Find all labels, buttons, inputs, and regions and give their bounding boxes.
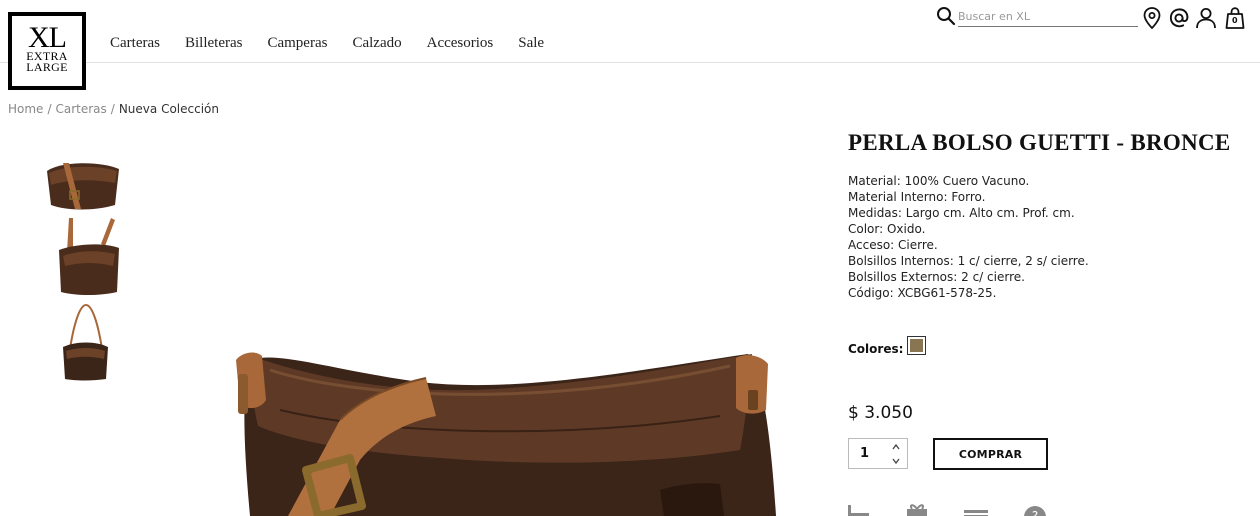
breadcrumb-home[interactable]: Home	[8, 102, 43, 116]
bag-image	[236, 352, 777, 516]
detail-material: Material: 100% Cuero Vacuno.	[848, 174, 1030, 188]
detail-material-interno: Material Interno: Forro.	[848, 190, 986, 204]
bag-image	[59, 218, 119, 295]
payment-card-icon[interactable]	[963, 503, 989, 516]
main-nav: Carteras Billeteras Camperas Calzado Acc…	[110, 35, 569, 52]
cart-count: 0	[1232, 16, 1238, 25]
product-main-image[interactable]	[200, 330, 800, 516]
breadcrumb: Home / Carteras / Nueva Colección	[8, 102, 222, 116]
detail-acceso: Acceso: Cierre.	[848, 238, 938, 252]
nav-accesorios[interactable]: Accesorios	[427, 35, 494, 52]
search-input[interactable]	[958, 6, 1138, 27]
nav-carteras[interactable]: Carteras	[110, 35, 160, 52]
breadcrumb-separator: /	[47, 102, 52, 116]
nav-sale[interactable]: Sale	[518, 35, 544, 52]
quantity-stepper[interactable]: 1	[848, 438, 908, 469]
size-guide-icon[interactable]	[846, 503, 872, 516]
bag-image	[63, 303, 108, 381]
detail-color: Color: Oxido.	[848, 222, 926, 236]
contact-at-icon[interactable]	[1167, 6, 1191, 30]
logo-xl: XL	[28, 21, 67, 54]
color-swatch-fill	[910, 339, 923, 352]
site-header: XL EXTRA LARGE Carteras Billeteras Campe…	[0, 0, 1260, 90]
product-thumbnail-2[interactable]	[55, 216, 135, 296]
breadcrumb-carteras[interactable]: Carteras	[55, 102, 106, 116]
product-thumbnail-3[interactable]	[60, 303, 140, 381]
product-title: PERLA BOLSO GUETTI - BRONCE	[848, 130, 1231, 155]
chevron-up-icon[interactable]	[891, 442, 901, 452]
user-icon[interactable]	[1194, 6, 1218, 30]
bag-image	[47, 163, 119, 210]
detail-bolsillos-externos: Bolsillos Externos: 2 c/ cierre.	[848, 270, 1025, 284]
search-bar	[936, 6, 1140, 28]
svg-text:?: ?	[1032, 509, 1038, 516]
cart-button[interactable]: 0	[1223, 6, 1247, 30]
colors-label: Colores:	[848, 342, 904, 356]
breadcrumb-separator: /	[110, 102, 115, 116]
detail-bolsillos-internos: Bolsillos Internos: 1 c/ cierre, 2 s/ ci…	[848, 254, 1089, 268]
nav-calzado[interactable]: Calzado	[352, 35, 401, 52]
help-icon[interactable]: ?	[1022, 503, 1048, 516]
search-icon[interactable]	[936, 6, 956, 26]
nav-camperas[interactable]: Camperas	[267, 35, 327, 52]
product-thumbnail-1[interactable]	[43, 153, 123, 213]
site-logo[interactable]: XL EXTRA LARGE	[8, 12, 86, 90]
product-price: $ 3.050	[848, 403, 913, 423]
logo-large: LARGE	[26, 60, 68, 74]
location-icon[interactable]	[1140, 6, 1164, 30]
gift-icon[interactable]	[904, 503, 930, 516]
product-description: Material: 100% Cuero Vacuno. Material In…	[848, 173, 1089, 301]
detail-medidas: Medidas: Largo cm. Alto cm. Prof. cm.	[848, 206, 1075, 220]
chevron-down-icon[interactable]	[891, 456, 901, 466]
color-swatch[interactable]	[907, 336, 926, 355]
quantity-value[interactable]: 1	[860, 446, 869, 461]
breadcrumb-current: Nueva Colección	[118, 102, 219, 116]
nav-billeteras[interactable]: Billeteras	[185, 35, 242, 52]
buy-button[interactable]: COMPRAR	[933, 438, 1048, 470]
detail-codigo: Código: XCBG61-578-25.	[848, 286, 997, 300]
